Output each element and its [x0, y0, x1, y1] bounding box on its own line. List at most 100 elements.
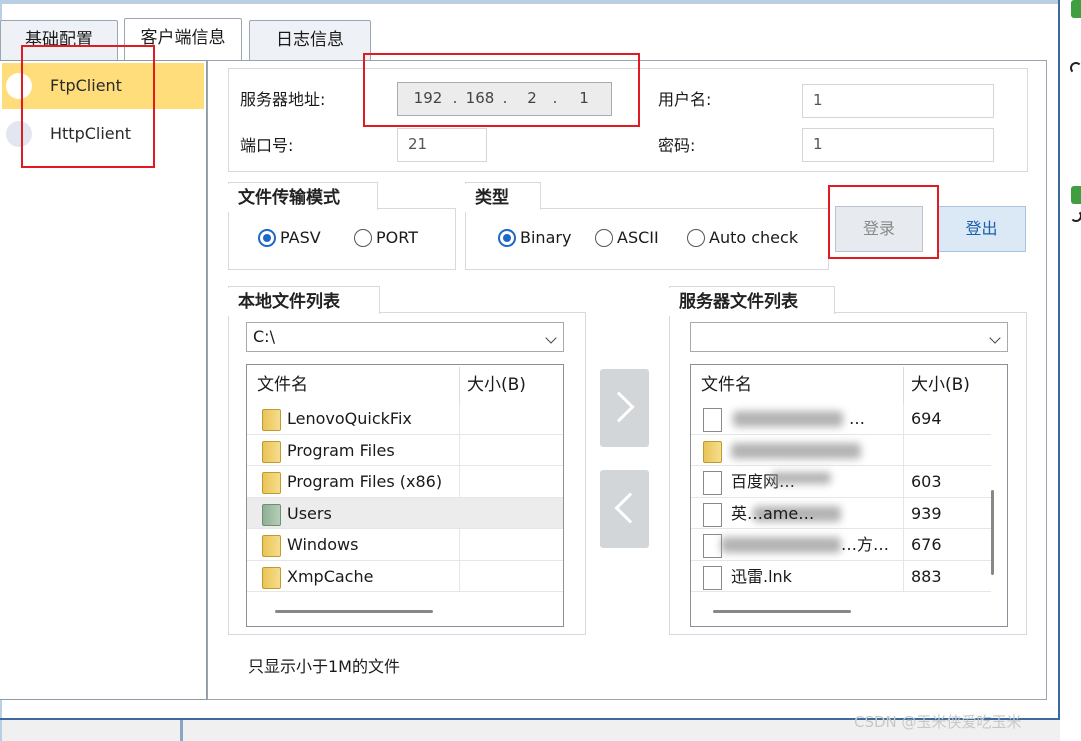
- file-size: 676: [911, 535, 942, 554]
- horizontal-scrollbar[interactable]: [275, 610, 433, 613]
- folder-icon: [262, 472, 281, 494]
- server-col-size: 大小(B): [911, 375, 970, 395]
- local-col-size: 大小(B): [467, 375, 526, 395]
- highlight-box-server-address: [363, 53, 640, 127]
- local-path-dropdown[interactable]: C:\: [246, 322, 564, 352]
- folder-icon: [262, 440, 281, 463]
- user-folder-icon: [262, 503, 281, 526]
- column-separator: [903, 466, 904, 497]
- pasv-radio[interactable]: [258, 229, 276, 247]
- file-name: Program Files (x86): [287, 472, 443, 491]
- highlight-box-login: [828, 185, 939, 259]
- file-size: 883: [911, 566, 942, 586]
- column-separator: [459, 529, 460, 560]
- column-separator: [903, 497, 904, 529]
- edge-connector: [1070, 62, 1081, 74]
- chevron-down-icon: [989, 332, 1001, 344]
- file-icon: [703, 471, 722, 495]
- binary-label: Binary: [520, 228, 572, 247]
- server-path-dropdown[interactable]: [690, 322, 1008, 352]
- type-title: 类型: [465, 184, 519, 212]
- local-files-title: 本地文件列表: [228, 288, 350, 316]
- file-name: LenovoQuickFix: [287, 409, 412, 428]
- column-separator: [903, 560, 904, 592]
- file-size: 694: [911, 409, 942, 428]
- vertical-scrollbar[interactable]: [991, 490, 994, 575]
- table-row[interactable]: [691, 434, 991, 466]
- table-row[interactable]: … 694: [691, 403, 991, 435]
- tab-log-info[interactable]: 日志信息: [249, 20, 371, 60]
- pasv-label: PASV: [280, 228, 321, 247]
- folder-icon: [262, 409, 281, 431]
- window-right-edge: [1058, 0, 1060, 720]
- edge-connector-2: [1070, 210, 1081, 222]
- background-window-edge: [180, 720, 183, 741]
- server-col-name: 文件名: [701, 375, 752, 395]
- server-file-table[interactable]: 文件名 大小(B) … 694 百度网… 603 英…ame… 939 …方… …: [690, 364, 1008, 627]
- port-mode-label: PORT: [376, 228, 418, 247]
- table-row[interactable]: Windows: [247, 529, 563, 561]
- server-address-label: 服务器地址:: [240, 90, 326, 109]
- file-name: Windows: [287, 535, 359, 554]
- table-row[interactable]: 英…ame… 939: [691, 497, 991, 529]
- table-row[interactable]: Program Files: [247, 434, 563, 466]
- upload-arrow-button[interactable]: [600, 369, 649, 447]
- file-name: Program Files: [287, 440, 395, 460]
- redacted-filename: [721, 537, 841, 553]
- ascii-radio[interactable]: [595, 229, 613, 247]
- file-name: 迅雷.lnk: [731, 566, 792, 586]
- column-separator: [459, 560, 460, 592]
- redacted-filename: [733, 411, 843, 427]
- port-radio[interactable]: [354, 229, 372, 247]
- autocheck-label: Auto check: [709, 228, 799, 247]
- size-filter-note: 只显示小于1M的文件: [248, 657, 400, 676]
- file-icon: [703, 534, 722, 558]
- file-name: Users: [287, 503, 332, 523]
- horizontal-scrollbar[interactable]: [713, 610, 851, 613]
- file-size: 603: [911, 472, 942, 491]
- username-input[interactable]: 1: [802, 84, 994, 118]
- column-separator: [459, 466, 460, 497]
- table-row[interactable]: Users: [247, 497, 563, 529]
- table-row[interactable]: …方… 676: [691, 529, 991, 561]
- local-path-value: C:\: [253, 327, 275, 346]
- window-top-edge: [0, 0, 1081, 4]
- table-row[interactable]: XmpCache: [247, 560, 563, 592]
- table-row[interactable]: LenovoQuickFix: [247, 403, 563, 435]
- redacted-filename: [731, 442, 861, 459]
- port-label: 端口号:: [240, 136, 294, 155]
- column-separator: [903, 403, 904, 434]
- redacted-filename: [771, 472, 831, 484]
- autocheck-radio[interactable]: [687, 229, 705, 247]
- file-icon: [703, 565, 722, 590]
- column-separator: [459, 434, 460, 466]
- logout-button[interactable]: 登出: [937, 206, 1026, 252]
- username-label: 用户名:: [658, 90, 712, 109]
- ascii-label: ASCII: [617, 228, 659, 247]
- binary-radio[interactable]: [498, 229, 516, 247]
- folder-icon: [262, 535, 281, 557]
- chevron-down-icon: [545, 332, 557, 344]
- chevron-right-icon: [603, 391, 635, 423]
- column-separator: [459, 403, 460, 434]
- password-input[interactable]: 1: [802, 128, 994, 162]
- port-input[interactable]: 21: [397, 128, 487, 162]
- server-files-title: 服务器文件列表: [669, 288, 808, 316]
- column-separator: [903, 367, 904, 403]
- file-name: …: [849, 409, 865, 428]
- column-separator: [459, 367, 460, 403]
- file-name: 英…ame…: [731, 503, 815, 523]
- column-separator: [903, 529, 904, 560]
- outside-area: [1060, 0, 1081, 741]
- table-row[interactable]: 迅雷.lnk 883: [691, 560, 991, 592]
- transfer-mode-title: 文件传输模式: [228, 184, 350, 212]
- table-row[interactable]: 百度网… 603: [691, 466, 991, 498]
- file-icon: [703, 408, 722, 432]
- chevron-left-icon: [614, 492, 646, 524]
- local-file-table[interactable]: 文件名 大小(B) LenovoQuickFix Program Files P…: [246, 364, 564, 627]
- folder-icon: [262, 566, 281, 589]
- column-separator: [903, 434, 904, 466]
- table-row[interactable]: Program Files (x86): [247, 466, 563, 498]
- edge-badge-top: [1071, 0, 1081, 18]
- download-arrow-button[interactable]: [600, 470, 649, 548]
